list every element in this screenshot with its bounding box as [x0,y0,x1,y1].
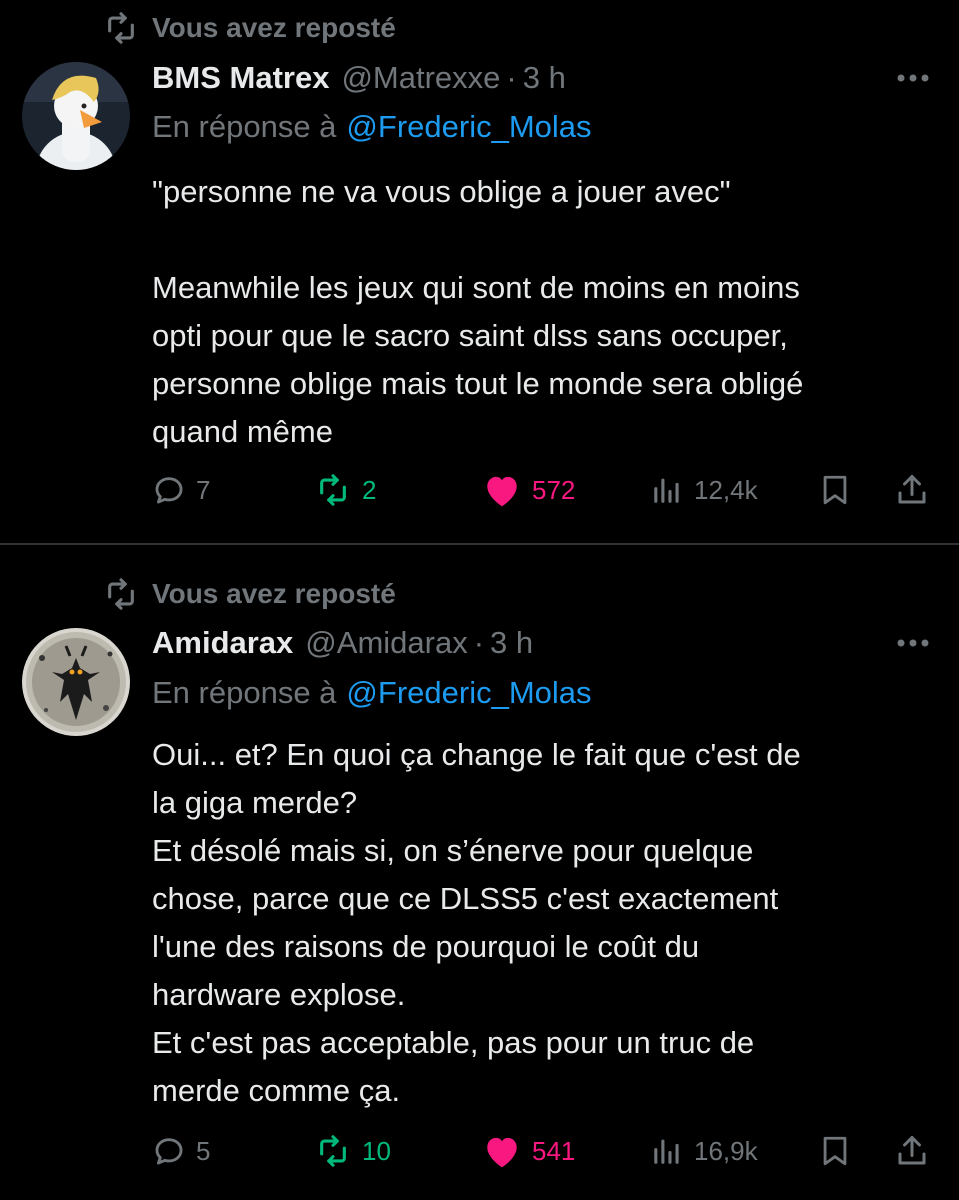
reply-prefix: En réponse à [152,109,337,144]
tweet-text-line: merde comme ça. [152,1073,401,1108]
tweet-text-line: quand même [152,414,333,449]
repost-icon [108,578,134,610]
tweet-text-line: l'une des raisons de pourquoi le coût du [152,929,700,964]
timestamp[interactable]: 3 h [490,625,533,661]
separator-dot: · [506,60,517,95]
like-button[interactable]: 541 [482,1126,575,1176]
reply-button[interactable]: 5 [152,1126,210,1176]
tweet-text: Oui... et? En quoi ça change le fait que… [152,731,942,1115]
share-button[interactable] [894,465,940,515]
tweet-text-line: personne oblige mais tout le monde sera … [152,366,804,401]
tweet-text-line: Meanwhile les jeux qui sont de moins en … [152,270,800,305]
like-count: 541 [532,1135,576,1166]
avatar[interactable] [22,62,130,170]
repost-icon [320,474,346,506]
bookmark-button[interactable] [818,465,862,515]
tweet-text-line: "personne ne va vous oblige a jouer avec… [152,174,731,209]
reply-icon [155,1138,183,1165]
tweet[interactable]: Vous avez reposté Amidarax @Amidarax · 3… [0,545,959,1200]
repost-icon [108,12,134,44]
repost-label: Vous avez reposté [152,578,396,609]
action-bar: 7 2 572 12,4k [152,465,942,515]
views-count: 16,9k [694,1135,758,1166]
like-button[interactable]: 572 [482,465,575,515]
repost-button[interactable]: 2 [314,465,376,515]
reply-button[interactable]: 7 [152,465,210,515]
tweet-text-line: Oui... et? En quoi ça change le fait que… [152,737,801,772]
repost-button[interactable]: 10 [314,1126,391,1176]
repost-count: 2 [362,474,377,505]
views-button[interactable]: 12,4k [650,465,758,515]
repost-icon [320,1135,346,1167]
reply-context: En réponse à @Frederic_Molas [152,103,592,151]
tweet-text: "personne ne va vous oblige a jouer avec… [152,168,942,456]
timestamp[interactable]: 3 h [523,60,566,96]
share-button[interactable] [894,1126,940,1176]
author-name[interactable]: Amidarax [152,625,293,661]
separator-dot: · [473,625,485,660]
tweet[interactable]: Vous avez reposté BMS Matrex @Matrexxe ·… [0,0,959,543]
tweet-header: Amidarax @Amidarax · 3 h [152,618,533,668]
heart-icon [487,1137,517,1168]
tweet-text-line: Et c'est pas acceptable, pas pour un tru… [152,1025,755,1060]
reply-mention-link[interactable]: @Frederic_Molas [346,675,591,711]
more-options-icon[interactable] [893,633,933,653]
tweet-text-line: la giga merde? [152,785,358,820]
tweet-header: BMS Matrex @Matrexxe · 3 h [152,53,566,103]
reply-count: 7 [196,474,211,505]
author-handle[interactable]: @Matrexxe [341,60,500,96]
views-chart-icon [654,478,679,503]
bookmark-icon [823,1136,847,1166]
tweet-text-line: Et désolé mais si, on s’énerve pour quel… [152,833,754,868]
repost-label: Vous avez reposté [152,12,396,43]
author-handle[interactable]: @Amidarax [305,625,467,661]
reply-icon [155,477,183,504]
tweet-text-line: hardware explose. [152,977,406,1012]
views-count: 12,4k [694,474,758,505]
heart-icon [487,476,517,507]
reply-prefix: En réponse à [152,675,337,710]
bookmark-button[interactable] [818,1126,862,1176]
tweet-text-line: chose, parce que ce DLSS5 c'est exacteme… [152,881,779,916]
share-icon [898,1136,926,1165]
author-name[interactable]: BMS Matrex [152,60,329,96]
action-bar: 5 10 541 16,9k [152,1126,942,1176]
tweet-text-line: opti pour que le sacro saint dlss sans o… [152,318,788,353]
bookmark-icon [823,475,847,505]
views-chart-icon [654,1139,679,1164]
repost-indicator: Vous avez reposté [104,574,396,614]
views-button[interactable]: 16,9k [650,1126,758,1176]
share-icon [898,475,926,504]
reply-count: 5 [196,1135,211,1166]
repost-indicator: Vous avez reposté [104,8,396,48]
more-options-icon[interactable] [893,68,933,88]
avatar[interactable] [22,628,130,736]
dark-creature-avatar-icon [22,628,130,736]
reply-context: En réponse à @Frederic_Molas [152,669,592,717]
duck-avatar-icon [22,62,130,170]
reply-mention-link[interactable]: @Frederic_Molas [346,109,591,145]
repost-count: 10 [362,1135,391,1166]
like-count: 572 [532,474,576,505]
